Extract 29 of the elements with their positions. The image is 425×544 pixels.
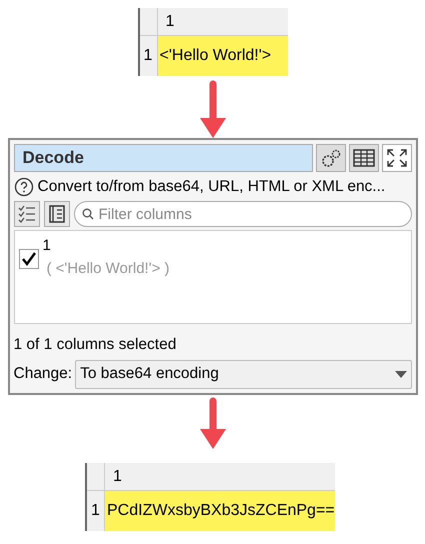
dropdown-caret-icon xyxy=(394,370,406,378)
search-icon xyxy=(82,208,94,220)
checklist-icon xyxy=(18,205,36,224)
column-sample: ( <'Hello World!'> ) xyxy=(46,258,170,279)
panel-title: Decode xyxy=(14,144,312,172)
table-cell: PCdIZWxsbyBXb3JsZCEnPg== xyxy=(105,490,335,530)
help-icon[interactable] xyxy=(14,176,34,197)
filter-field[interactable]: Filter columns xyxy=(74,201,412,228)
row-number: 1 xyxy=(140,36,158,76)
table-icon xyxy=(352,149,374,167)
table-view-button[interactable] xyxy=(348,144,378,172)
settings-button[interactable] xyxy=(316,144,346,172)
down-arrow-icon xyxy=(198,80,228,138)
table-cell: <'Hello World!'> xyxy=(158,36,288,76)
expand-button[interactable] xyxy=(382,144,412,172)
down-arrow-icon xyxy=(198,396,228,448)
row-number: 1 xyxy=(87,490,105,530)
description-text: Convert to/from base64, URL, HTML or XML enc... xyxy=(38,177,386,197)
column-checkbox[interactable] xyxy=(18,249,38,270)
change-dropdown[interactable]: To base64 encoding xyxy=(75,360,412,388)
expand-icon xyxy=(386,148,408,168)
column-header: 1 xyxy=(112,466,122,486)
list-icon xyxy=(48,205,66,224)
selection-status: 1 of 1 columns selected xyxy=(14,335,178,356)
column-name: 1 xyxy=(42,236,52,256)
list-view-button[interactable] xyxy=(44,201,70,228)
column-header: 1 xyxy=(164,12,174,32)
change-label: Change: xyxy=(14,364,72,384)
select-all-button[interactable] xyxy=(14,201,40,228)
